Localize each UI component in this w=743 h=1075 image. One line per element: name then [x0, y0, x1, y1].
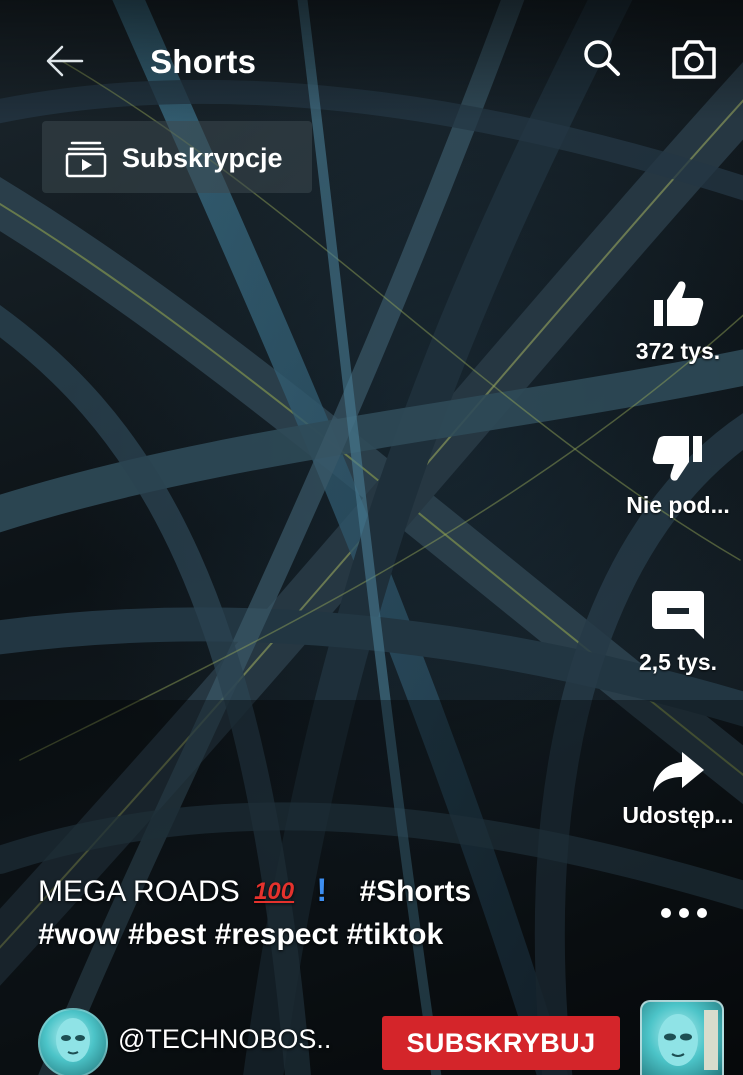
subscriptions-chip[interactable]: Subskrypcje	[42, 121, 312, 193]
comments-button[interactable]: 2,5 tys.	[613, 587, 743, 676]
caption-title: MEGA ROADS	[38, 875, 240, 908]
top-bar: Shorts	[0, 0, 743, 120]
comment-icon	[652, 591, 704, 639]
subscriptions-label: Subskrypcje	[122, 143, 283, 173]
subscribe-button[interactable]: SUBSKRYBUJ	[382, 1016, 620, 1070]
sound-thumbnail[interactable]	[640, 1000, 724, 1075]
search-icon[interactable]	[580, 36, 624, 80]
caption-hashtags[interactable]: #wow #best #respect #tiktok	[38, 918, 598, 952]
avatar[interactable]	[38, 1008, 108, 1075]
arrow-left-icon[interactable]	[40, 38, 90, 84]
camera-icon[interactable]	[668, 33, 720, 85]
alien-face-icon	[658, 1010, 718, 1070]
hundred-points-icon: 100	[254, 878, 295, 905]
page-title: Shorts	[150, 43, 257, 80]
subscriptions-icon	[65, 141, 107, 178]
channel-row: @TECHNOBOS.. SUBSKRYBUJ	[38, 1002, 638, 1075]
exclamation-icon: !	[316, 872, 328, 908]
thumbs-up-icon	[654, 281, 704, 326]
caption-title-line: MEGA ROADS 100 ! #Shorts	[38, 872, 598, 914]
comment-count: 2,5 tys.	[639, 649, 717, 675]
share-button[interactable]: Udostęp...	[613, 750, 743, 829]
share-icon	[653, 752, 704, 792]
more-icon[interactable]	[652, 893, 716, 933]
shorts-screen: Shorts Subskrypcje 372 tys. Nie pod... 2…	[0, 0, 743, 1075]
share-label: Udostęp...	[622, 802, 734, 828]
alien-face-icon	[56, 1018, 90, 1062]
thumbs-down-icon	[652, 436, 702, 481]
like-button[interactable]: 372 tys.	[613, 278, 743, 365]
video-caption[interactable]: MEGA ROADS 100 ! #Shorts #wow #best #res…	[38, 872, 598, 952]
channel-name[interactable]: @TECHNOBOS..	[118, 1024, 331, 1055]
hashtag-shorts[interactable]: #Shorts	[359, 875, 471, 908]
dislike-label: Nie pod...	[626, 492, 730, 518]
like-count: 372 tys.	[635, 338, 721, 364]
dislike-button[interactable]: Nie pod...	[613, 432, 743, 519]
